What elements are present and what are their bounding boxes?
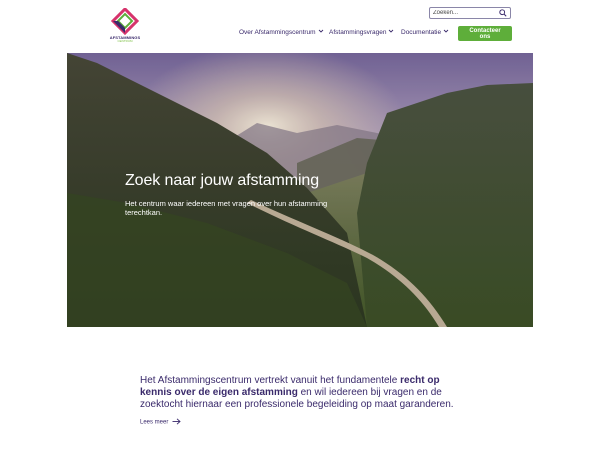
- search-icon[interactable]: [499, 9, 507, 17]
- hero-banner: Zoek naar jouw afstamming Het centrum wa…: [67, 53, 533, 327]
- contact-button[interactable]: Contacteer ons: [458, 26, 512, 41]
- nav-item-label: Over Afstammingscentrum: [239, 29, 316, 36]
- chevron-down-icon: [443, 29, 449, 33]
- nav-item-label: Documentatie: [401, 29, 442, 36]
- search-input[interactable]: [433, 8, 499, 18]
- chevron-down-icon: [389, 29, 394, 33]
- arrow-right-icon: [172, 418, 182, 425]
- nav-item-afstammingsvragen[interactable]: Afstammingsvragen: [329, 29, 394, 36]
- hero-landscape-image: [67, 53, 533, 327]
- read-more-link[interactable]: Lees meer: [140, 418, 182, 426]
- nav-item-over[interactable]: Over Afstammingscentrum: [239, 29, 324, 36]
- hero-subtitle: Het centrum waar iedereen met vragen ove…: [125, 199, 328, 217]
- chevron-down-icon: [318, 29, 323, 33]
- nav-item-label: Afstammingsvragen: [329, 29, 387, 36]
- nav-item-documentatie[interactable]: Documentatie: [401, 29, 449, 36]
- intro-text-start: Het Afstammingscentrum vertrekt vanuit h…: [140, 375, 401, 386]
- search-box: [429, 7, 511, 19]
- hero-title: Zoek naar jouw afstamming: [125, 172, 320, 189]
- intro-paragraph: Het Afstammingscentrum vertrekt vanuit h…: [140, 375, 470, 411]
- read-more-label: Lees meer: [140, 419, 169, 426]
